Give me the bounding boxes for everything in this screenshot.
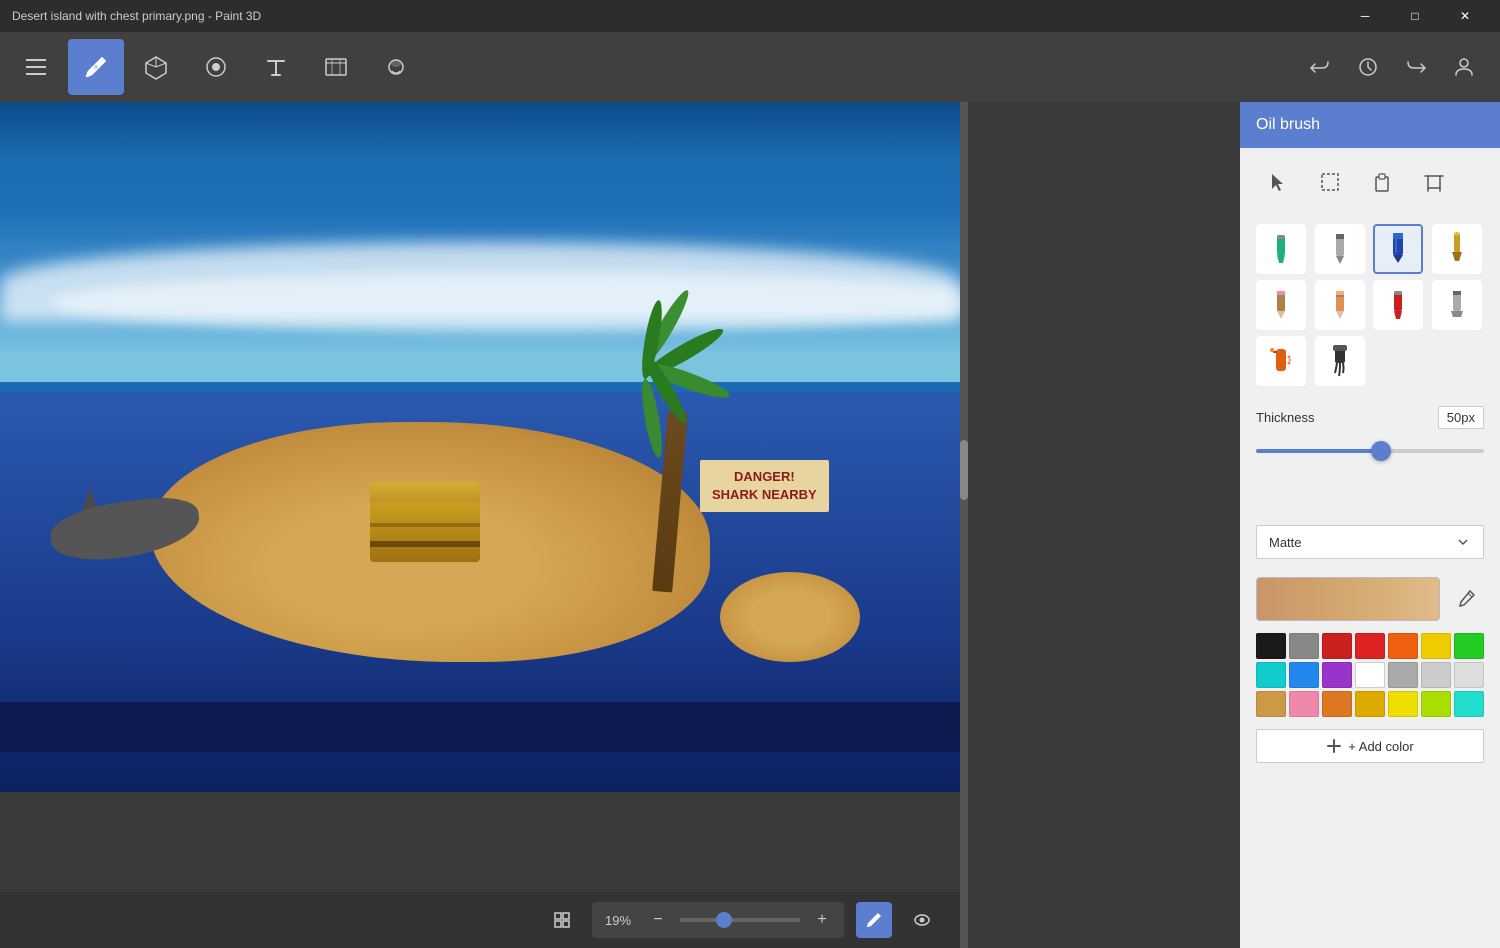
color-cell-lightgray[interactable] [1388, 662, 1418, 688]
wave2 [50, 272, 960, 332]
bottom-bar: 19% − + [0, 892, 960, 948]
plus-icon [1326, 738, 1342, 754]
thickness-section: Thickness 50px [1240, 394, 1500, 475]
main-area: DANGER! SHARK NEARBY 19% − + [0, 102, 1500, 948]
eyedropper-button[interactable] [1448, 581, 1484, 617]
menu-button[interactable] [16, 47, 56, 87]
brush-spray-orange[interactable] [1256, 336, 1306, 386]
app-title: Desert island with chest primary.png - P… [12, 9, 261, 23]
panel-header: Oil brush [1240, 102, 1500, 148]
undo-button[interactable] [1300, 47, 1340, 87]
canvas-area[interactable]: DANGER! SHARK NEARBY 19% − + [0, 102, 1240, 948]
color-cell-brightyellow[interactable] [1388, 691, 1418, 717]
brush-oil-blue[interactable] [1373, 224, 1423, 274]
brush-grid [1240, 216, 1500, 394]
brush-view-button[interactable] [856, 902, 892, 938]
maximize-button[interactable]: □ [1392, 0, 1438, 32]
color-cell-black[interactable] [1256, 633, 1286, 659]
canvas-image: DANGER! SHARK NEARBY [0, 102, 960, 792]
treasure-chest [370, 482, 480, 562]
color-cell-gold[interactable] [1355, 691, 1385, 717]
brush-drip-dark[interactable] [1315, 336, 1365, 386]
v-scrollbar-thumb[interactable] [960, 440, 968, 500]
thickness-thumb[interactable] [1371, 441, 1391, 461]
color-cell-darkorange[interactable] [1322, 691, 1352, 717]
select-paste-button[interactable] [1360, 160, 1404, 204]
redo-button[interactable] [1396, 47, 1436, 87]
thickness-slider-container[interactable] [1256, 439, 1484, 463]
right-panel: Oil brush [1240, 102, 1500, 948]
color-cell-gray[interactable] [1289, 633, 1319, 659]
zoom-slider[interactable] [680, 918, 800, 922]
chevron-down-icon [1455, 534, 1471, 550]
tool-select-row [1240, 148, 1500, 216]
color-cell-red[interactable] [1355, 633, 1385, 659]
panel-title: Oil brush [1256, 116, 1320, 133]
thickness-label: Thickness [1256, 410, 1315, 425]
zoom-thumb[interactable] [716, 912, 732, 928]
history-button[interactable] [1348, 47, 1388, 87]
color-cell-nearwhite[interactable] [1454, 662, 1484, 688]
color-cell-tan[interactable] [1256, 691, 1286, 717]
color-cell-darkred[interactable] [1322, 633, 1352, 659]
select-crop-button[interactable] [1412, 160, 1456, 204]
brush-marker-green[interactable] [1256, 224, 1306, 274]
color-cell-green[interactable] [1454, 633, 1484, 659]
v-scrollbar[interactable] [960, 102, 968, 948]
brush-marker-red[interactable] [1373, 280, 1423, 330]
zoom-out-button[interactable]: − [644, 906, 672, 934]
danger-sign: DANGER! SHARK NEARBY [700, 460, 829, 512]
color-swatch-container [1256, 577, 1484, 621]
title-bar: Desert island with chest primary.png - P… [0, 0, 1500, 32]
brush-pencil-orange[interactable] [1315, 280, 1365, 330]
tool-3d[interactable] [128, 39, 184, 95]
tool-brush[interactable] [68, 39, 124, 95]
add-color-button[interactable]: + Add color [1256, 729, 1484, 763]
color-cell-teal[interactable] [1454, 691, 1484, 717]
tool-effects[interactable] [368, 39, 424, 95]
fit-view-button[interactable] [544, 902, 580, 938]
toolbar [0, 32, 1500, 102]
brush-calligraphy[interactable] [1432, 224, 1482, 274]
finish-dropdown[interactable]: Matte [1256, 525, 1484, 559]
select-pointer-button[interactable] [1256, 160, 1300, 204]
brush-pencil-tan[interactable] [1256, 280, 1306, 330]
color-cell-yellow[interactable] [1421, 633, 1451, 659]
close-button[interactable]: ✕ [1442, 0, 1488, 32]
color-cell-pink[interactable] [1289, 691, 1319, 717]
color-cell-white[interactable] [1355, 662, 1385, 688]
thickness-track [1256, 449, 1484, 453]
brush-gray[interactable] [1432, 280, 1482, 330]
select-rect-button[interactable] [1308, 160, 1352, 204]
zoom-percent: 19% [600, 913, 636, 928]
tool-text[interactable] [248, 39, 304, 95]
color-cell-orange[interactable] [1388, 633, 1418, 659]
brush-pen-gray[interactable] [1315, 224, 1365, 274]
tool-canvas[interactable] [308, 39, 364, 95]
color-cell-lime[interactable] [1421, 691, 1451, 717]
color-cell-blue[interactable] [1289, 662, 1319, 688]
color-cell-silver[interactable] [1421, 662, 1451, 688]
zoom-controls: 19% − + [592, 902, 844, 938]
minimize-button[interactable]: ─ [1342, 0, 1388, 32]
finish-type-label: Matte [1269, 535, 1302, 550]
add-color-label: + Add color [1348, 739, 1413, 754]
user-button[interactable] [1444, 47, 1484, 87]
thickness-value: 50px [1438, 406, 1484, 429]
tool-shapes[interactable] [188, 39, 244, 95]
selected-color-swatch[interactable] [1256, 577, 1440, 621]
color-cell-cyan[interactable] [1256, 662, 1286, 688]
color-palette [1240, 629, 1500, 721]
zoom-in-button[interactable]: + [808, 906, 836, 934]
eye-view-button[interactable] [904, 902, 940, 938]
color-cell-purple[interactable] [1322, 662, 1352, 688]
